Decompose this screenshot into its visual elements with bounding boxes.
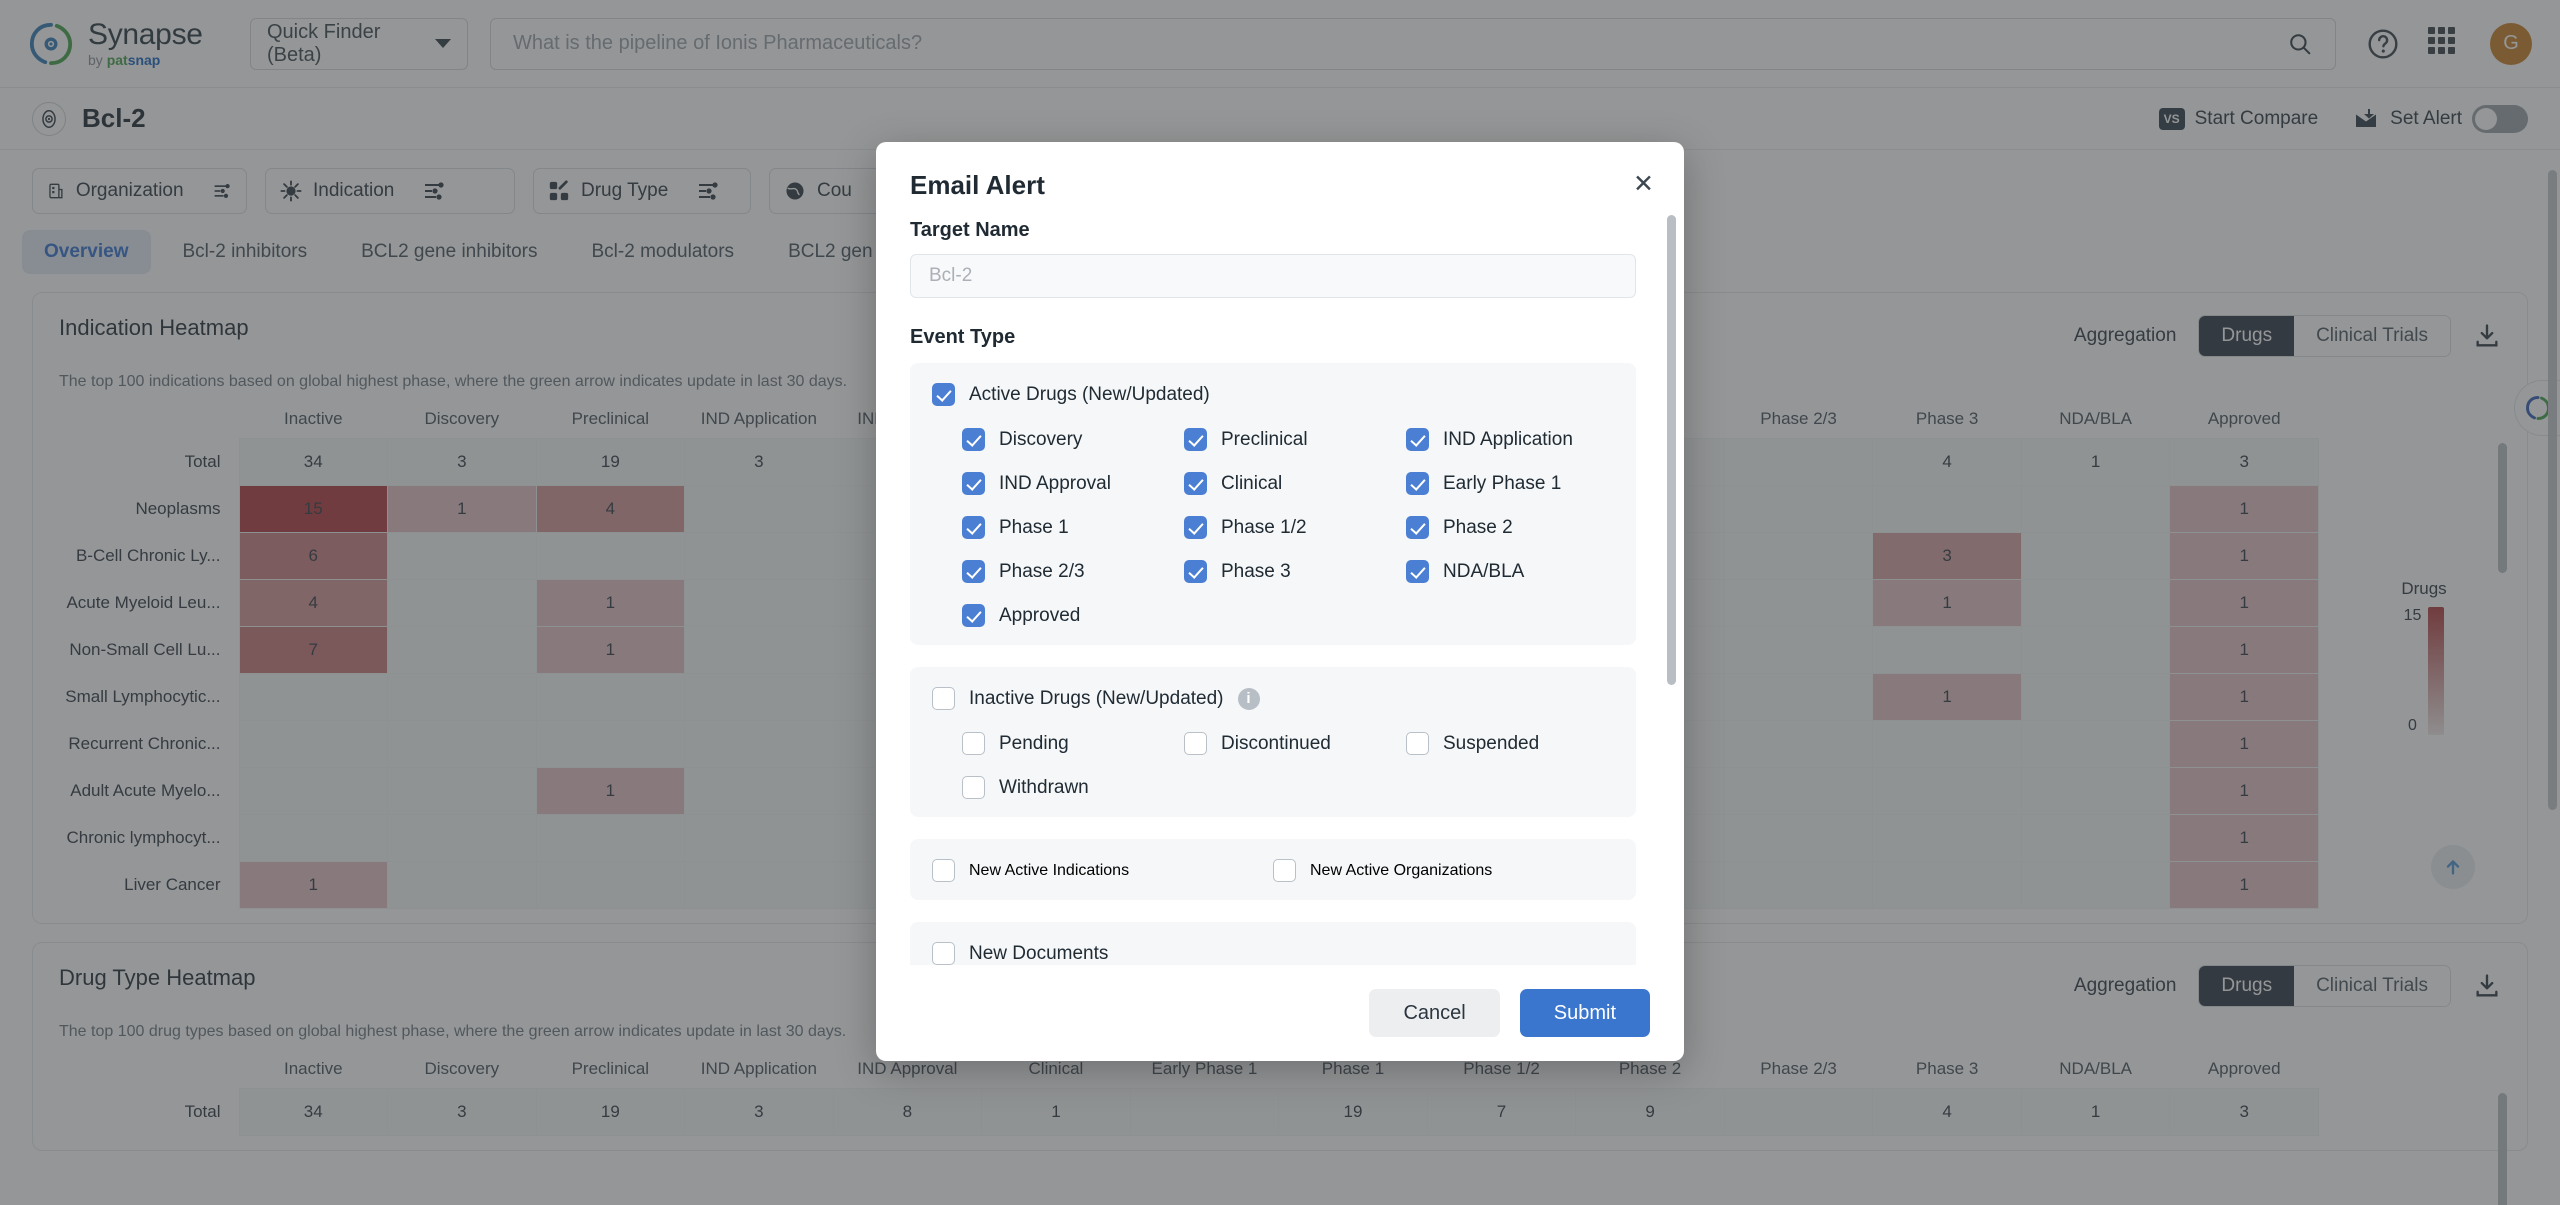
active-drug-option[interactable]: Phase 2 xyxy=(1406,516,1628,539)
active-drug-checkbox[interactable] xyxy=(1184,560,1207,583)
modal-body: Target Name Bcl-2 Event Type Active Drug… xyxy=(876,201,1684,965)
active-drug-label: Phase 3 xyxy=(1221,560,1291,582)
active-drug-label: Clinical xyxy=(1221,472,1283,494)
active-drug-checkbox[interactable] xyxy=(962,428,985,451)
active-drug-option[interactable]: Phase 2/3 xyxy=(962,560,1184,583)
active-drug-checkbox[interactable] xyxy=(1184,472,1207,495)
inactive-drug-label: Pending xyxy=(999,732,1069,754)
new-active-organizations-checkbox[interactable] xyxy=(1273,859,1296,882)
active-drugs-group: Active Drugs (New/Updated) Discovery Prec… xyxy=(910,363,1636,645)
active-drug-option[interactable]: Early Phase 1 xyxy=(1406,472,1628,495)
active-drug-option[interactable]: Phase 3 xyxy=(1184,560,1406,583)
active-drug-label: Discovery xyxy=(999,428,1083,450)
inactive-drug-option[interactable]: Withdrawn xyxy=(962,776,1184,799)
active-drugs-label: Active Drugs (New/Updated) xyxy=(969,383,1210,405)
event-type-label: Event Type xyxy=(910,326,1016,348)
active-drug-label: Approved xyxy=(999,604,1081,626)
new-documents-group: New Documents xyxy=(910,922,1636,965)
inactive-drugs-label: Inactive Drugs (New/Updated) xyxy=(969,687,1224,709)
new-active-indications-row[interactable]: New Active Indications xyxy=(932,859,1273,882)
active-drug-checkbox[interactable] xyxy=(1184,428,1207,451)
active-drugs-options: Discovery Preclinical IND Application IND A… xyxy=(932,428,1614,627)
inactive-drug-option[interactable]: Discontinued xyxy=(1184,732,1406,755)
modal-vertical-scrollbar[interactable] xyxy=(1667,215,1676,685)
active-drug-checkbox[interactable] xyxy=(1406,472,1429,495)
active-drug-option[interactable]: IND Approval xyxy=(962,472,1184,495)
active-drug-label: NDA/BLA xyxy=(1443,560,1525,582)
new-active-indications-checkbox[interactable] xyxy=(932,859,955,882)
active-drug-checkbox[interactable] xyxy=(962,472,985,495)
active-drug-option[interactable]: Discovery xyxy=(962,428,1184,451)
target-name-input[interactable]: Bcl-2 xyxy=(910,254,1636,298)
email-alert-modal: Email Alert ✕ Target Name Bcl-2 Event Ty… xyxy=(876,142,1684,1061)
new-documents-row[interactable]: New Documents xyxy=(932,942,1614,965)
inactive-drug-checkbox[interactable] xyxy=(1184,732,1207,755)
inactive-drug-checkbox[interactable] xyxy=(962,776,985,799)
active-drug-option[interactable]: Clinical xyxy=(1184,472,1406,495)
active-drug-option[interactable]: Phase 1 xyxy=(962,516,1184,539)
active-drugs-checkbox[interactable] xyxy=(932,383,955,406)
active-drug-label: IND Application xyxy=(1443,428,1573,450)
active-drug-label: Early Phase 1 xyxy=(1443,472,1562,494)
inactive-drugs-group: Inactive Drugs (New/Updated) i Pending Di… xyxy=(910,667,1636,817)
modal-footer: Cancel Submit xyxy=(876,965,1684,1061)
new-active-organizations-row[interactable]: New Active Organizations xyxy=(1273,859,1614,882)
info-icon[interactable]: i xyxy=(1237,687,1260,710)
active-drug-option[interactable]: NDA/BLA xyxy=(1406,560,1628,583)
new-documents-label: New Documents xyxy=(969,942,1109,964)
active-drugs-header[interactable]: Active Drugs (New/Updated) xyxy=(932,383,1614,406)
inactive-drug-label: Discontinued xyxy=(1221,732,1331,754)
active-drug-checkbox[interactable] xyxy=(1184,516,1207,539)
active-drug-option[interactable]: Approved xyxy=(962,604,1184,627)
modal-header: Email Alert ✕ xyxy=(876,142,1684,201)
inactive-drug-label: Suspended xyxy=(1443,732,1540,754)
active-drug-label: Phase 1/2 xyxy=(1221,516,1307,538)
new-documents-checkbox[interactable] xyxy=(932,942,955,965)
active-drug-checkbox[interactable] xyxy=(1406,516,1429,539)
cancel-button[interactable]: Cancel xyxy=(1369,989,1500,1037)
inactive-drug-option[interactable]: Suspended xyxy=(1406,732,1628,755)
active-drug-checkbox[interactable] xyxy=(1406,560,1429,583)
modal-title: Email Alert xyxy=(910,170,1045,200)
active-drug-checkbox[interactable] xyxy=(962,604,985,627)
active-drug-checkbox[interactable] xyxy=(962,516,985,539)
active-drug-option[interactable]: Preclinical xyxy=(1184,428,1406,451)
active-drug-label: Phase 1 xyxy=(999,516,1069,538)
inactive-drug-checkbox[interactable] xyxy=(962,732,985,755)
target-name-label: Target Name xyxy=(910,219,1030,241)
new-active-indications-label: New Active Indications xyxy=(969,861,1130,879)
active-drug-checkbox[interactable] xyxy=(1406,428,1429,451)
close-icon[interactable]: ✕ xyxy=(1633,172,1654,197)
inactive-drug-option[interactable]: Pending xyxy=(962,732,1184,755)
active-drug-option[interactable]: IND Application xyxy=(1406,428,1628,451)
indications-organizations-group: New Active Indications New Active Organi… xyxy=(910,839,1636,900)
active-drug-label: Phase 2 xyxy=(1443,516,1513,538)
inactive-drug-label: Withdrawn xyxy=(999,776,1089,798)
new-active-organizations-label: New Active Organizations xyxy=(1310,861,1493,879)
active-drug-label: Phase 2/3 xyxy=(999,560,1085,582)
inactive-drugs-header[interactable]: Inactive Drugs (New/Updated) i xyxy=(932,687,1614,710)
inactive-drugs-checkbox[interactable] xyxy=(932,687,955,710)
active-drug-checkbox[interactable] xyxy=(962,560,985,583)
inactive-drugs-options: Pending Discontinued Suspended Withdrawn xyxy=(932,732,1614,799)
submit-button[interactable]: Submit xyxy=(1519,989,1650,1037)
active-drug-label: Preclinical xyxy=(1221,428,1308,450)
inactive-drug-checkbox[interactable] xyxy=(1406,732,1429,755)
active-drug-label: IND Approval xyxy=(999,472,1111,494)
active-drug-option[interactable]: Phase 1/2 xyxy=(1184,516,1406,539)
